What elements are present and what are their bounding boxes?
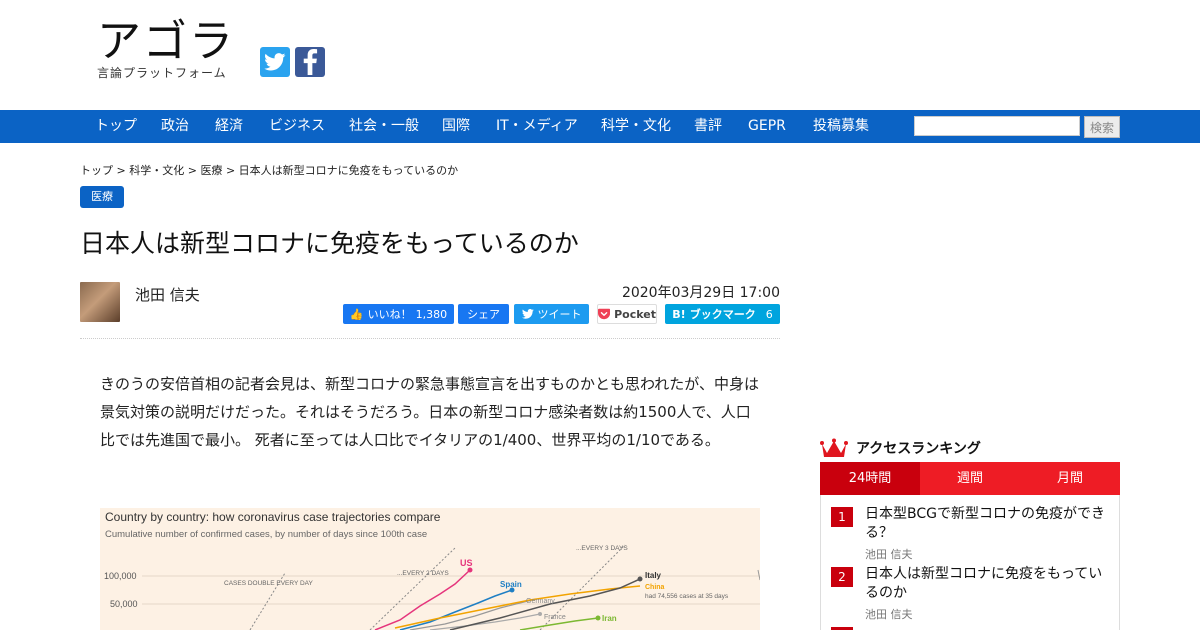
facebook-share-button[interactable]: シェア	[458, 304, 509, 324]
tab-monthly[interactable]: 月間	[1020, 462, 1120, 495]
guide-label: CASES DOUBLE EVERY DAY	[224, 580, 314, 587]
logo-subtitle: 言論プラットフォーム	[97, 66, 227, 80]
series-label-iran: Iran	[602, 614, 617, 623]
nav-item-business[interactable]: ビジネス	[269, 110, 325, 143]
breadcrumb: トップ > 科学・文化 > 医療 > 日本人は新型コロナに免疫をもっているのか	[80, 162, 458, 178]
china-note: had 74,556 cases at 35 days	[645, 593, 729, 600]
ranking-header: アクセスランキング	[820, 436, 981, 460]
hatena-bookmark-button[interactable]: B! ブックマーク 6	[665, 304, 780, 324]
author-avatar[interactable]	[80, 282, 120, 322]
like-button[interactable]: 👍 いいね！ 1,380	[343, 304, 454, 324]
series-label-spain: Spain	[500, 580, 522, 589]
nav-item-gepr[interactable]: GEPR	[748, 110, 786, 143]
ranking-list: 1 日本型BCGで新型コロナの免疫ができる？ 池田 信夫 2 日本人は新型コロナ…	[820, 495, 1120, 630]
series-iran-end	[595, 615, 601, 621]
ranking-item[interactable]: 2 日本人は新型コロナに免疫をもっているのか 池田 信夫	[831, 565, 1111, 621]
breadcrumb-current: 日本人は新型コロナに免疫をもっているのか	[238, 164, 459, 177]
ranking-tabs: 24時間 週間 月間	[820, 462, 1120, 495]
sns-links	[260, 47, 325, 77]
rank-title: 日本型BCGで新型コロナの免疫ができる？	[865, 506, 1105, 541]
y-tick-label: 100,000	[104, 571, 137, 581]
rank-number: 1	[831, 507, 853, 527]
chart-subtitle: Cumulative number of confirmed cases, by…	[105, 529, 427, 540]
series-label-china: China	[645, 584, 665, 591]
series-us-end	[467, 567, 473, 573]
tab-24h[interactable]: 24時間	[820, 462, 920, 495]
hatena-count: 6	[765, 307, 773, 321]
post-date: 2020年03月29日 17:00	[621, 285, 780, 301]
article-chart-image: Country by country: how coronavirus case…	[100, 508, 760, 630]
search-input[interactable]	[914, 116, 1080, 136]
nav-item-science-culture[interactable]: 科学・文化	[601, 110, 671, 143]
site-logo[interactable]: アゴラ 言論プラットフォーム	[97, 18, 235, 81]
tweet-button[interactable]: ツイート	[514, 304, 589, 324]
hatena-label: ブックマーク	[689, 308, 756, 321]
article-title: 日本人は新型コロナに免疫をもっているのか	[80, 229, 579, 258]
chart-right-edge	[757, 569, 760, 581]
twitter-icon[interactable]	[260, 47, 290, 77]
series-label-germany: Germany	[526, 598, 555, 605]
facebook-icon[interactable]	[295, 47, 325, 77]
breadcrumb-separator: >	[116, 164, 126, 177]
breadcrumb-top[interactable]: トップ	[80, 164, 113, 177]
guide-label: ...EVERY 2 DAYS	[397, 570, 449, 577]
ranking-item[interactable]: 1 日本型BCGで新型コロナの免疫ができる？ 池田 信夫	[831, 505, 1111, 561]
like-count: 1,380	[415, 307, 448, 321]
nav-item-it-media[interactable]: IT・メディア	[496, 110, 578, 143]
like-label: いいね！	[367, 308, 412, 321]
divider	[80, 338, 780, 339]
series-italy-end	[637, 576, 643, 582]
series-france-end	[538, 612, 542, 616]
nav-item-book-review[interactable]: 書評	[694, 110, 722, 143]
ranking-item[interactable]: 3	[831, 625, 1111, 630]
search-button[interactable]: 検索	[1084, 116, 1120, 138]
rank-author: 池田 信夫	[865, 548, 913, 561]
rank-number: 2	[831, 567, 853, 587]
series-label-us: US	[460, 558, 473, 568]
nav-item-top[interactable]: トップ	[95, 110, 137, 143]
author-name[interactable]: 池田 信夫	[135, 284, 200, 305]
nav-item-economy[interactable]: 経済	[215, 110, 243, 143]
nav-item-politics[interactable]: 政治	[161, 110, 189, 143]
ranking-title: アクセスランキング	[856, 441, 981, 457]
series-label-italy: Italy	[645, 571, 662, 580]
nav-item-society[interactable]: 社会・一般	[349, 110, 419, 143]
logo-title: アゴラ	[97, 16, 235, 67]
tab-weekly[interactable]: 週間	[920, 462, 1020, 495]
pocket-label: Pocket	[614, 307, 656, 321]
category-badge[interactable]: 医療	[80, 186, 124, 208]
article-lead: きのうの安倍首相の記者会見は、新型コロナの緊急事態宣言を出すものかとも思われたが…	[100, 375, 759, 449]
guide-label: ...EVERY 3 DAYS	[576, 545, 628, 552]
nav-item-contribute[interactable]: 投稿募集	[813, 110, 869, 143]
thumbs-up-icon: 👍	[349, 307, 364, 321]
site-header: アゴラ 言論プラットフォーム	[0, 0, 1200, 110]
breadcrumb-science-culture[interactable]: 科学・文化	[129, 164, 184, 177]
rank-title: 日本人は新型コロナに免疫をもっているのか	[865, 566, 1103, 601]
pocket-icon	[598, 308, 611, 320]
breadcrumb-medical[interactable]: 医療	[200, 164, 222, 177]
tweet-label: ツイート	[537, 308, 582, 321]
chart-title: Country by country: how coronavirus case…	[105, 510, 441, 524]
breadcrumb-separator: >	[225, 164, 236, 177]
nav-item-international[interactable]: 国際	[442, 110, 470, 143]
crown-icon	[820, 438, 848, 457]
pocket-button[interactable]: Pocket	[597, 304, 657, 324]
breadcrumb-separator: >	[187, 164, 197, 177]
hatena-icon: B!	[672, 307, 686, 321]
rank-author: 池田 信夫	[865, 608, 913, 621]
y-tick-label: 50,000	[110, 599, 138, 609]
series-label-france: France	[544, 614, 566, 621]
twitter-icon	[521, 309, 534, 319]
